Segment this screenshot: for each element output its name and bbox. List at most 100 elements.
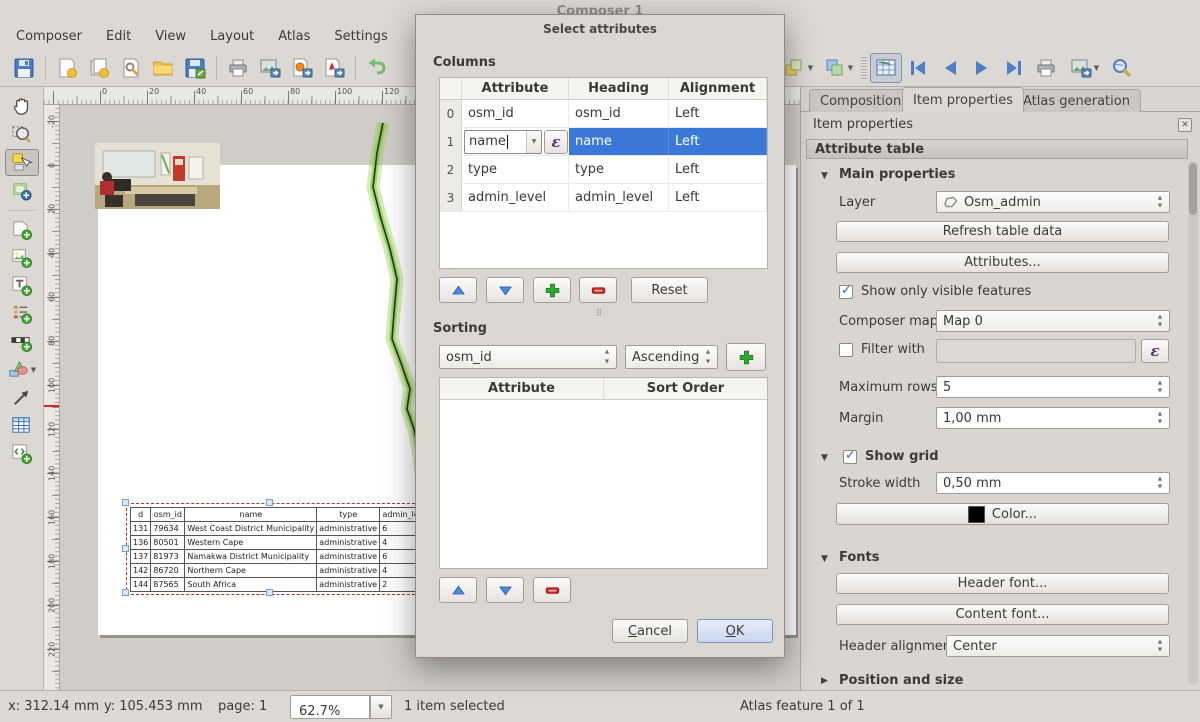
print-button[interactable]: [222, 53, 254, 83]
menu-item[interactable]: Edit: [94, 26, 143, 50]
spinner-arrows-icon[interactable]: [1154, 377, 1166, 397]
refresh-table-data-button[interactable]: Refresh table data: [836, 221, 1169, 242]
margin-spinner[interactable]: 1,00 mm: [936, 407, 1170, 429]
remove-sort-button[interactable]: [533, 577, 571, 603]
show-visible-checkbox[interactable]: [839, 285, 853, 299]
add-html-frame-button[interactable]: [5, 440, 39, 467]
spinner-arrows-icon[interactable]: [1154, 636, 1166, 656]
add-legend-button[interactable]: [5, 300, 39, 327]
spinner-arrows-icon[interactable]: [1154, 473, 1166, 493]
toolbar-grip[interactable]: [861, 57, 867, 79]
print-atlas-button[interactable]: [1030, 53, 1062, 83]
zoom-tool-button[interactable]: [5, 121, 39, 148]
grid-color-button[interactable]: Color...: [836, 503, 1169, 525]
maximum-rows-spinner[interactable]: 5: [936, 376, 1170, 398]
atlas-previous-feature-button[interactable]: [934, 53, 966, 83]
sorting-attribute-combo[interactable]: osm_id: [439, 345, 617, 369]
spinner-arrows-icon[interactable]: [1154, 192, 1166, 212]
undo-button[interactable]: [361, 53, 393, 83]
combo-arrow-icon[interactable]: ▼: [526, 131, 541, 153]
columns-row[interactable]: 2 type type Left: [440, 156, 767, 184]
resize-handle[interactable]: [266, 499, 273, 506]
composer-map-combo[interactable]: Map 0: [936, 310, 1170, 332]
collapse-grid-icon[interactable]: ▼: [821, 453, 828, 463]
composition-manager-button[interactable]: [115, 53, 147, 83]
reset-button[interactable]: Reset: [631, 277, 708, 303]
spinner-arrows-icon[interactable]: [1154, 311, 1166, 331]
zoom-level-input[interactable]: 62.7%: [290, 695, 370, 719]
add-label-button[interactable]: [5, 272, 39, 299]
add-shape-dropdown[interactable]: ▼: [5, 356, 39, 383]
tab-item-properties[interactable]: Item properties: [902, 87, 1024, 112]
attribute-combo-editor[interactable]: name ▼: [464, 130, 542, 154]
menu-item[interactable]: Settings: [322, 26, 399, 50]
ok-button[interactable]: OK: [697, 619, 773, 643]
tab-composition[interactable]: Composition: [809, 89, 912, 112]
atlas-last-feature-button[interactable]: [998, 53, 1030, 83]
columns-row-selected[interactable]: 1 name ▼ name Left: [440, 128, 767, 156]
resize-handle[interactable]: [122, 545, 129, 552]
duplicate-composition-button[interactable]: [83, 53, 115, 83]
move-item-content-button[interactable]: [5, 177, 39, 204]
expand-position-icon[interactable]: ▶: [821, 676, 828, 686]
filter-with-checkbox[interactable]: [839, 343, 853, 357]
collapse-main-icon[interactable]: ▼: [821, 171, 828, 181]
add-scalebar-button[interactable]: [5, 328, 39, 355]
spinner-arrows-icon[interactable]: [702, 346, 714, 368]
picture-item[interactable]: [95, 143, 220, 209]
add-sort-button[interactable]: [726, 343, 766, 371]
spinner-arrows-icon[interactable]: [601, 346, 613, 368]
attributes-button[interactable]: Attributes...: [836, 252, 1169, 273]
save-project-button[interactable]: [8, 53, 40, 83]
sort-move-down-button[interactable]: [486, 577, 524, 603]
close-panel-icon[interactable]: [1178, 118, 1192, 132]
attribute-table-item[interactable]: dosm_idnametypeadmin_le 131 79634 West C…: [126, 503, 422, 595]
export-image-button[interactable]: [254, 53, 286, 83]
column-move-up-button[interactable]: [439, 277, 477, 303]
sort-move-up-button[interactable]: [439, 577, 477, 603]
header-font-button[interactable]: Header font...: [836, 573, 1169, 594]
show-grid-checkbox[interactable]: [843, 450, 857, 464]
pan-tool-button[interactable]: [5, 93, 39, 120]
resize-handle[interactable]: [122, 499, 129, 506]
resize-handle[interactable]: [266, 589, 273, 596]
add-column-button[interactable]: [533, 277, 571, 303]
splitter-handle[interactable]: ⠿: [416, 309, 784, 319]
group-items-dropdown[interactable]: ▼: [818, 53, 858, 83]
cancel-button[interactable]: Cancel: [612, 619, 688, 643]
export-atlas-dropdown[interactable]: ▼: [1062, 53, 1106, 83]
menu-item[interactable]: Atlas: [266, 26, 322, 50]
collapse-fonts-icon[interactable]: ▼: [821, 554, 828, 564]
atlas-first-feature-button[interactable]: [902, 53, 934, 83]
export-pdf-button[interactable]: [318, 53, 350, 83]
select-move-item-button[interactable]: [5, 149, 39, 176]
add-image-button[interactable]: [5, 244, 39, 271]
scrollbar-thumb[interactable]: [1189, 163, 1197, 215]
add-attribute-table-button[interactable]: [5, 412, 39, 439]
spinner-arrows-icon[interactable]: [1154, 408, 1166, 428]
add-new-map-button[interactable]: [5, 216, 39, 243]
columns-row[interactable]: 0 osm_id osm_id Left: [440, 100, 767, 128]
columns-row[interactable]: 3 admin_level admin_level Left: [440, 184, 767, 212]
filter-expression-button[interactable]: [1141, 339, 1169, 363]
load-from-template-button[interactable]: [147, 53, 179, 83]
menu-item[interactable]: Composer: [4, 26, 94, 50]
header-alignment-combo[interactable]: Center: [946, 635, 1170, 657]
expression-button[interactable]: [544, 130, 568, 154]
tab-atlas-generation[interactable]: Atlas generation: [1012, 89, 1141, 112]
stroke-width-spinner[interactable]: 0,50 mm: [936, 472, 1170, 494]
panel-scrollbar[interactable]: [1188, 161, 1198, 685]
content-font-button[interactable]: Content font...: [836, 604, 1169, 625]
atlas-preview-toggle[interactable]: [870, 53, 902, 83]
save-as-template-button[interactable]: [179, 53, 211, 83]
remove-column-button[interactable]: [579, 277, 617, 303]
zoom-dropdown-icon[interactable]: ▼: [370, 695, 392, 719]
resize-handle[interactable]: [122, 589, 129, 596]
atlas-next-feature-button[interactable]: [966, 53, 998, 83]
layer-combo[interactable]: Osm_admin: [936, 191, 1170, 213]
export-svg-button[interactable]: [286, 53, 318, 83]
column-move-down-button[interactable]: [486, 277, 524, 303]
new-composition-button[interactable]: [51, 53, 83, 83]
add-arrow-button[interactable]: [5, 384, 39, 411]
atlas-settings-button[interactable]: [1106, 53, 1138, 83]
